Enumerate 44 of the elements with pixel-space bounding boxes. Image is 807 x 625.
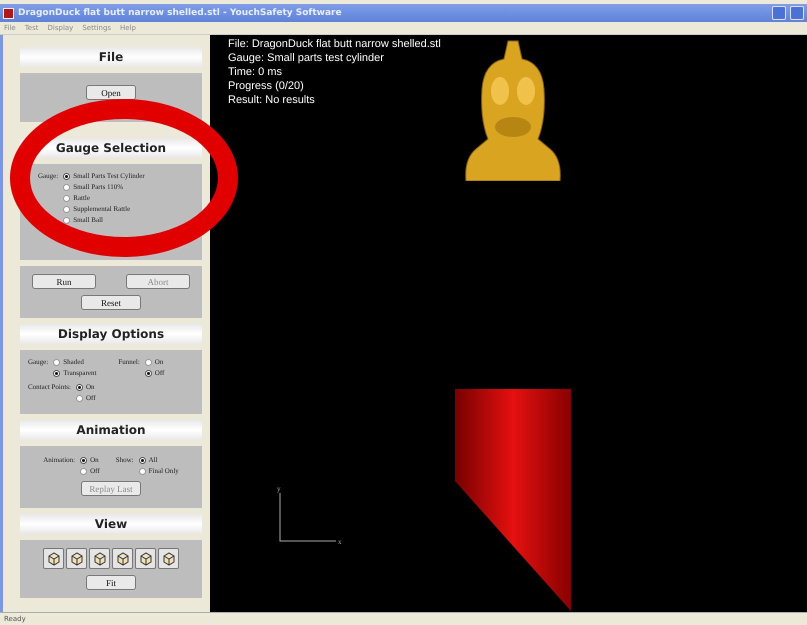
push-button[interactable]: Reset <box>81 295 141 310</box>
info-text: Progress (0/20) <box>228 79 305 93</box>
push-button[interactable]: Fit <box>86 575 136 590</box>
section-header: Display Options <box>20 324 202 344</box>
cube-icon <box>46 550 62 566</box>
info-text: Time: 0 ms <box>228 65 283 79</box>
radio-button[interactable] <box>144 358 152 366</box>
cube-icon <box>68 550 84 566</box>
radio-button[interactable] <box>80 456 88 464</box>
minimize-button[interactable] <box>772 6 786 20</box>
maximize-button[interactable] <box>790 6 804 20</box>
window-title: DragonDuck flat butt narrow shelled.stl - YouchSafety Software <box>18 8 343 18</box>
app-icon <box>3 8 14 18</box>
radio-button[interactable] <box>144 370 152 376</box>
cube-icon <box>138 550 154 566</box>
view-button[interactable] <box>112 548 133 569</box>
radio-button[interactable] <box>53 370 60 376</box>
view-button[interactable] <box>89 548 110 569</box>
radio-button[interactable] <box>53 358 60 366</box>
section-header: Animation <box>20 420 202 440</box>
view-button[interactable] <box>135 548 156 569</box>
cube-icon <box>114 550 130 566</box>
section-header: View <box>20 514 202 534</box>
radio-button[interactable] <box>138 468 146 474</box>
view-button[interactable] <box>158 548 179 569</box>
info-text: Result: No results <box>228 93 316 107</box>
radio-button[interactable] <box>63 184 70 190</box>
radio-button[interactable] <box>76 394 83 402</box>
radio-button[interactable] <box>63 206 70 212</box>
view-button[interactable] <box>43 548 64 569</box>
view-button[interactable] <box>66 548 87 569</box>
radio-button[interactable] <box>63 172 70 180</box>
radio-button[interactable] <box>76 384 83 390</box>
radio-button[interactable] <box>80 468 88 474</box>
radio-button[interactable] <box>63 194 70 202</box>
section-header: File <box>20 47 202 67</box>
cube-icon <box>92 550 108 566</box>
radio-button[interactable] <box>138 456 146 464</box>
info-text: File: DragonDuck flat butt narrow shelled.stl <box>228 37 441 51</box>
radio-button[interactable] <box>63 216 70 224</box>
push-button[interactable]: Run <box>32 274 96 289</box>
info-text: Gauge: Small parts test cylinder <box>228 51 385 65</box>
cube-icon <box>160 550 176 566</box>
push-button[interactable]: Open <box>86 85 136 100</box>
